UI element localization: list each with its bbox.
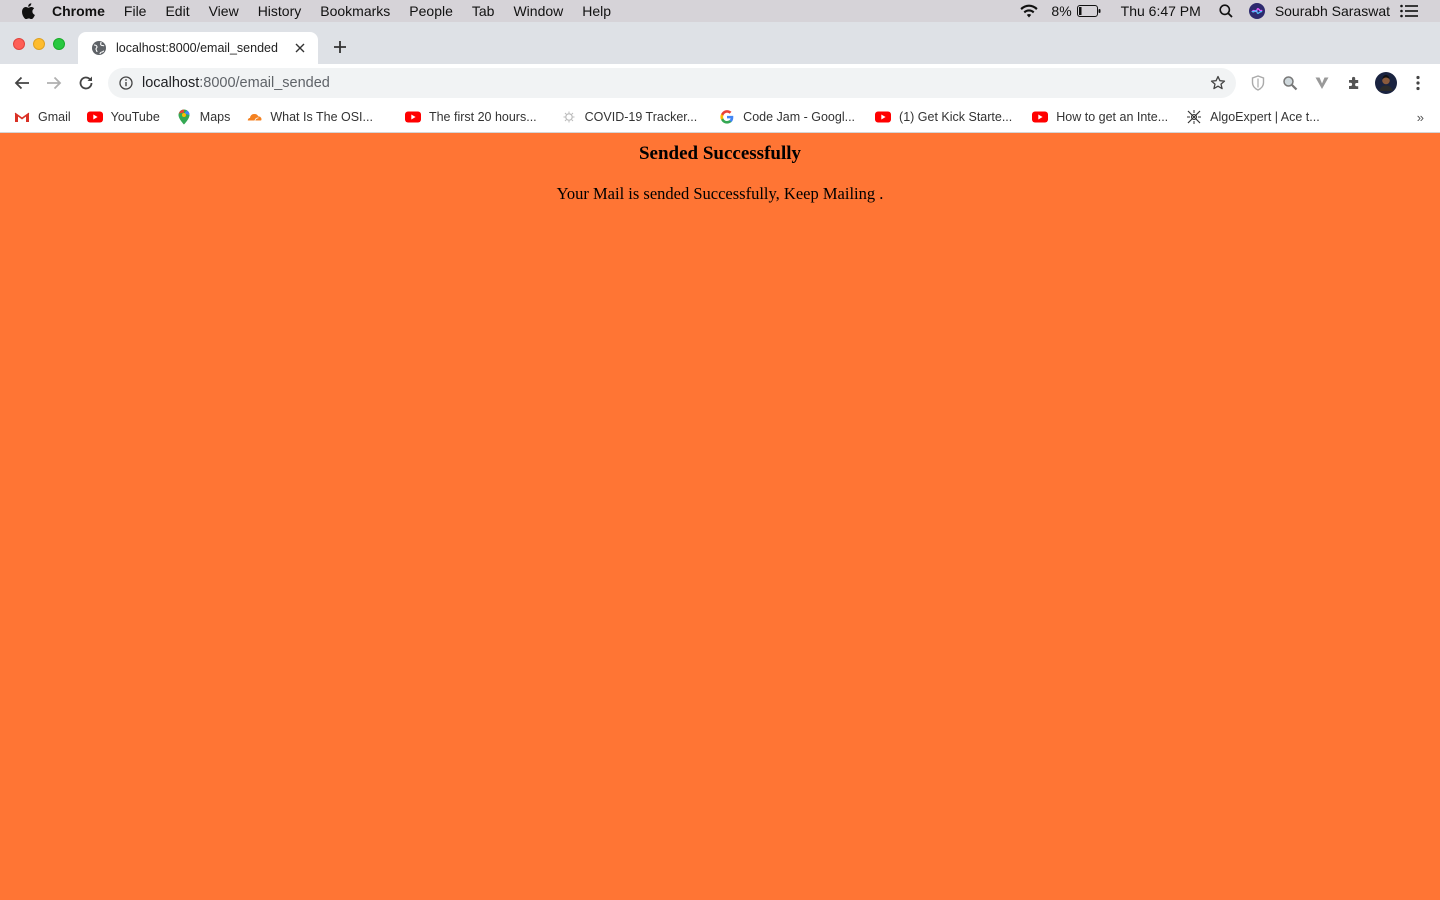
user-name[interactable]: Sourabh Saraswat <box>1275 3 1390 19</box>
menubar-status-area: 8% Thu 6:47 PM Sourabh Saraswat <box>1019 0 1440 22</box>
battery-percent: 8% <box>1051 3 1072 19</box>
bookmark-youtube[interactable]: YouTube <box>86 109 160 125</box>
window-zoom-button[interactable] <box>53 38 65 50</box>
siri-icon[interactable] <box>1248 3 1265 19</box>
clock[interactable]: Thu 6:47 PM <box>1121 3 1201 19</box>
puzzle-extensions-icon[interactable] <box>1345 74 1363 92</box>
globe-icon <box>91 40 107 56</box>
macos-menu-bar: Chrome File Edit View History Bookmarks … <box>0 0 1440 22</box>
bookmark-star-icon[interactable] <box>1210 75 1226 91</box>
url-path: :8000/email_sended <box>199 75 330 91</box>
google-icon <box>719 109 735 125</box>
menu-view[interactable]: View <box>209 3 239 19</box>
spotlight-search-icon[interactable] <box>1219 4 1233 18</box>
window-minimize-button[interactable] <box>33 38 45 50</box>
browser-toolbar: localhost:8000/email_sended <box>0 64 1440 102</box>
bookmark-algoexpert[interactable]: AlgoExpert | Ace t... <box>1186 109 1320 125</box>
tab-active[interactable]: localhost:8000/email_sended <box>78 32 318 64</box>
bookmarks-overflow-chevron-icon[interactable]: » <box>1417 110 1424 125</box>
maps-pin-icon <box>176 109 192 125</box>
profile-avatar[interactable] <box>1375 72 1397 94</box>
new-tab-plus-icon[interactable] <box>331 38 349 56</box>
bookmark-maps[interactable]: Maps <box>176 109 231 125</box>
bookmark-label: Code Jam - Googl... <box>743 110 856 124</box>
window-close-button[interactable] <box>13 38 25 50</box>
bookmark-label: YouTube <box>110 110 160 124</box>
youtube-icon <box>875 109 892 125</box>
youtube-icon <box>404 109 421 125</box>
forward-arrow-icon[interactable] <box>44 73 64 93</box>
site-info-icon[interactable] <box>119 76 133 90</box>
wifi-icon[interactable] <box>1019 4 1039 18</box>
bookmark-gmail[interactable]: Gmail <box>14 109 71 125</box>
algoexpert-icon <box>1186 109 1202 125</box>
tab-title: localhost:8000/email_sended <box>116 41 278 55</box>
covid-virus-icon <box>561 109 577 125</box>
bookmark-how-to-get-internship[interactable]: How to get an Inte... <box>1032 109 1168 125</box>
address-bar[interactable]: localhost:8000/email_sended <box>108 68 1236 98</box>
success-message: Your Mail is sended Successfully, Keep M… <box>556 184 884 203</box>
bookmark-code-jam[interactable]: Code Jam - Googl... <box>719 109 855 125</box>
v-extension-icon[interactable] <box>1313 74 1331 92</box>
youtube-icon <box>86 109 103 125</box>
bookmark-kick-start[interactable]: (1) Get Kick Starte... <box>875 109 1012 125</box>
menu-bookmarks[interactable]: Bookmarks <box>320 3 390 19</box>
bookmark-label: COVID-19 Tracker... <box>584 110 698 124</box>
menu-app-chrome[interactable]: Chrome <box>52 3 105 19</box>
menu-help[interactable]: Help <box>582 3 611 19</box>
bookmark-label: AlgoExpert | Ace t... <box>1210 110 1320 124</box>
shield-extension-icon[interactable] <box>1249 74 1267 92</box>
menu-window[interactable]: Window <box>513 3 563 19</box>
gmail-icon <box>14 109 30 125</box>
bookmarks-bar: Gmail YouTube Maps What Is The OSI... Th… <box>0 102 1440 133</box>
menu-people[interactable]: People <box>409 3 453 19</box>
bookmark-label: What Is The OSI... <box>270 110 373 124</box>
battery-icon[interactable] <box>1076 5 1101 17</box>
url-host: localhost <box>142 75 200 91</box>
page-content: Sended Successfully Your Mail is sended … <box>0 134 1440 900</box>
cloudflare-icon <box>246 109 262 125</box>
reload-icon[interactable] <box>76 73 96 93</box>
bookmark-osi[interactable]: What Is The OSI... <box>246 109 373 125</box>
control-center-icon[interactable] <box>1400 4 1418 18</box>
youtube-icon <box>1032 109 1049 125</box>
menu-history[interactable]: History <box>258 3 302 19</box>
tab-close-icon[interactable] <box>292 40 308 56</box>
bookmark-label: (1) Get Kick Starte... <box>899 110 1013 124</box>
apple-icon[interactable] <box>20 3 36 19</box>
page-title: Sended Successfully <box>638 143 802 164</box>
bookmark-label: How to get an Inte... <box>1056 110 1169 124</box>
bookmark-covid-tracker[interactable]: COVID-19 Tracker... <box>561 109 698 125</box>
bookmark-label: The first 20 hours... <box>428 110 537 124</box>
menu-file[interactable]: File <box>124 3 147 19</box>
magnifier-extension-icon[interactable] <box>1281 74 1299 92</box>
bookmark-first-20-hours[interactable]: The first 20 hours... <box>404 109 537 125</box>
back-arrow-icon[interactable] <box>12 73 32 93</box>
tab-strip: localhost:8000/email_sended <box>0 22 1440 64</box>
bookmark-label: Gmail <box>38 110 71 124</box>
menu-tab[interactable]: Tab <box>472 3 495 19</box>
bookmark-label: Maps <box>199 110 231 124</box>
kebab-menu-icon[interactable] <box>1409 74 1427 92</box>
menu-edit[interactable]: Edit <box>165 3 189 19</box>
